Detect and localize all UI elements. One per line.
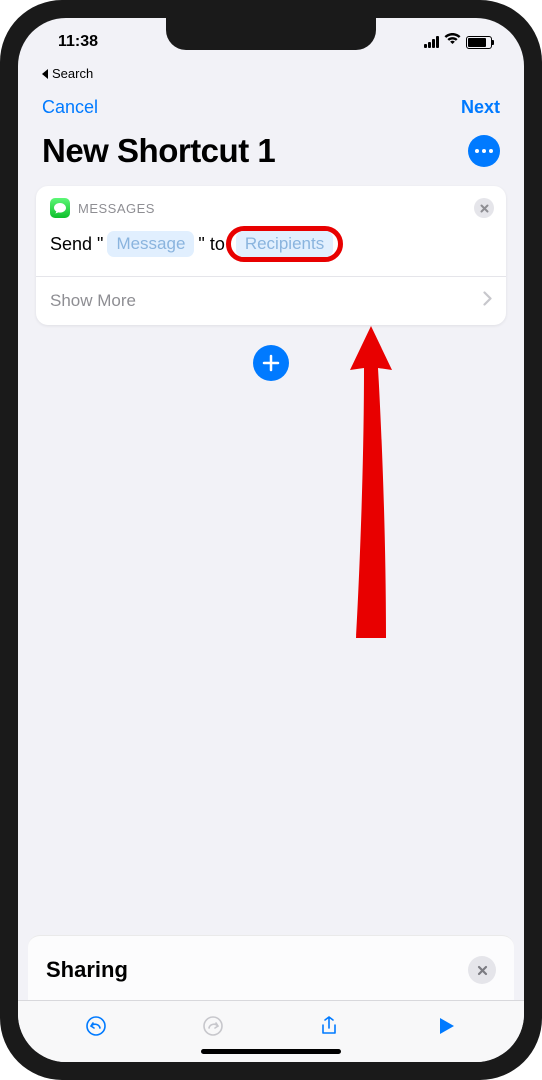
app-label: MESSAGES xyxy=(78,201,155,216)
status-time: 11:38 xyxy=(58,33,98,51)
title-row: New Shortcut 1 xyxy=(18,132,524,186)
play-button[interactable] xyxy=(426,1015,466,1037)
arrow-annotation xyxy=(336,308,406,653)
more-button[interactable] xyxy=(468,135,500,167)
next-button[interactable]: Next xyxy=(461,97,500,118)
screen: 11:38 Search Cancel Next New Shortcut 1 xyxy=(18,18,524,1062)
chevron-right-icon xyxy=(483,291,492,311)
card-header: MESSAGES xyxy=(36,186,506,226)
remove-action-button[interactable] xyxy=(474,198,494,218)
back-to-search[interactable]: Search xyxy=(18,66,524,87)
action-body: Send " Message " to Recipients xyxy=(36,226,506,276)
status-indicators xyxy=(424,33,492,51)
page-title: New Shortcut 1 xyxy=(42,132,275,170)
nav-bar: Cancel Next xyxy=(18,87,524,132)
notch xyxy=(166,18,376,50)
sheet-close-button[interactable] xyxy=(468,956,496,984)
cancel-button[interactable]: Cancel xyxy=(42,97,98,118)
sheet-title: Sharing xyxy=(46,957,128,983)
show-more-label: Show More xyxy=(50,291,136,311)
battery-icon xyxy=(466,36,492,49)
home-indicator[interactable] xyxy=(201,1049,341,1054)
action-text-prefix: Send " xyxy=(50,234,103,255)
back-search-label: Search xyxy=(52,66,93,81)
recipients-token[interactable]: Recipients xyxy=(236,231,333,257)
wifi-icon xyxy=(444,33,461,51)
signal-icon xyxy=(424,36,439,48)
message-token[interactable]: Message xyxy=(107,231,194,257)
phone-frame: 11:38 Search Cancel Next New Shortcut 1 xyxy=(0,0,542,1080)
sharing-sheet[interactable]: Sharing xyxy=(28,935,514,1000)
add-action-button[interactable] xyxy=(253,345,289,381)
undo-button[interactable] xyxy=(76,1015,116,1037)
share-button[interactable] xyxy=(309,1015,349,1037)
highlight-annotation: Recipients xyxy=(226,226,343,262)
messages-app-icon xyxy=(50,198,70,218)
redo-button xyxy=(193,1015,233,1037)
action-card: MESSAGES Send " Message " to Recipients … xyxy=(36,186,506,325)
show-more-row[interactable]: Show More xyxy=(36,276,506,325)
action-text-middle: " to xyxy=(198,234,224,255)
